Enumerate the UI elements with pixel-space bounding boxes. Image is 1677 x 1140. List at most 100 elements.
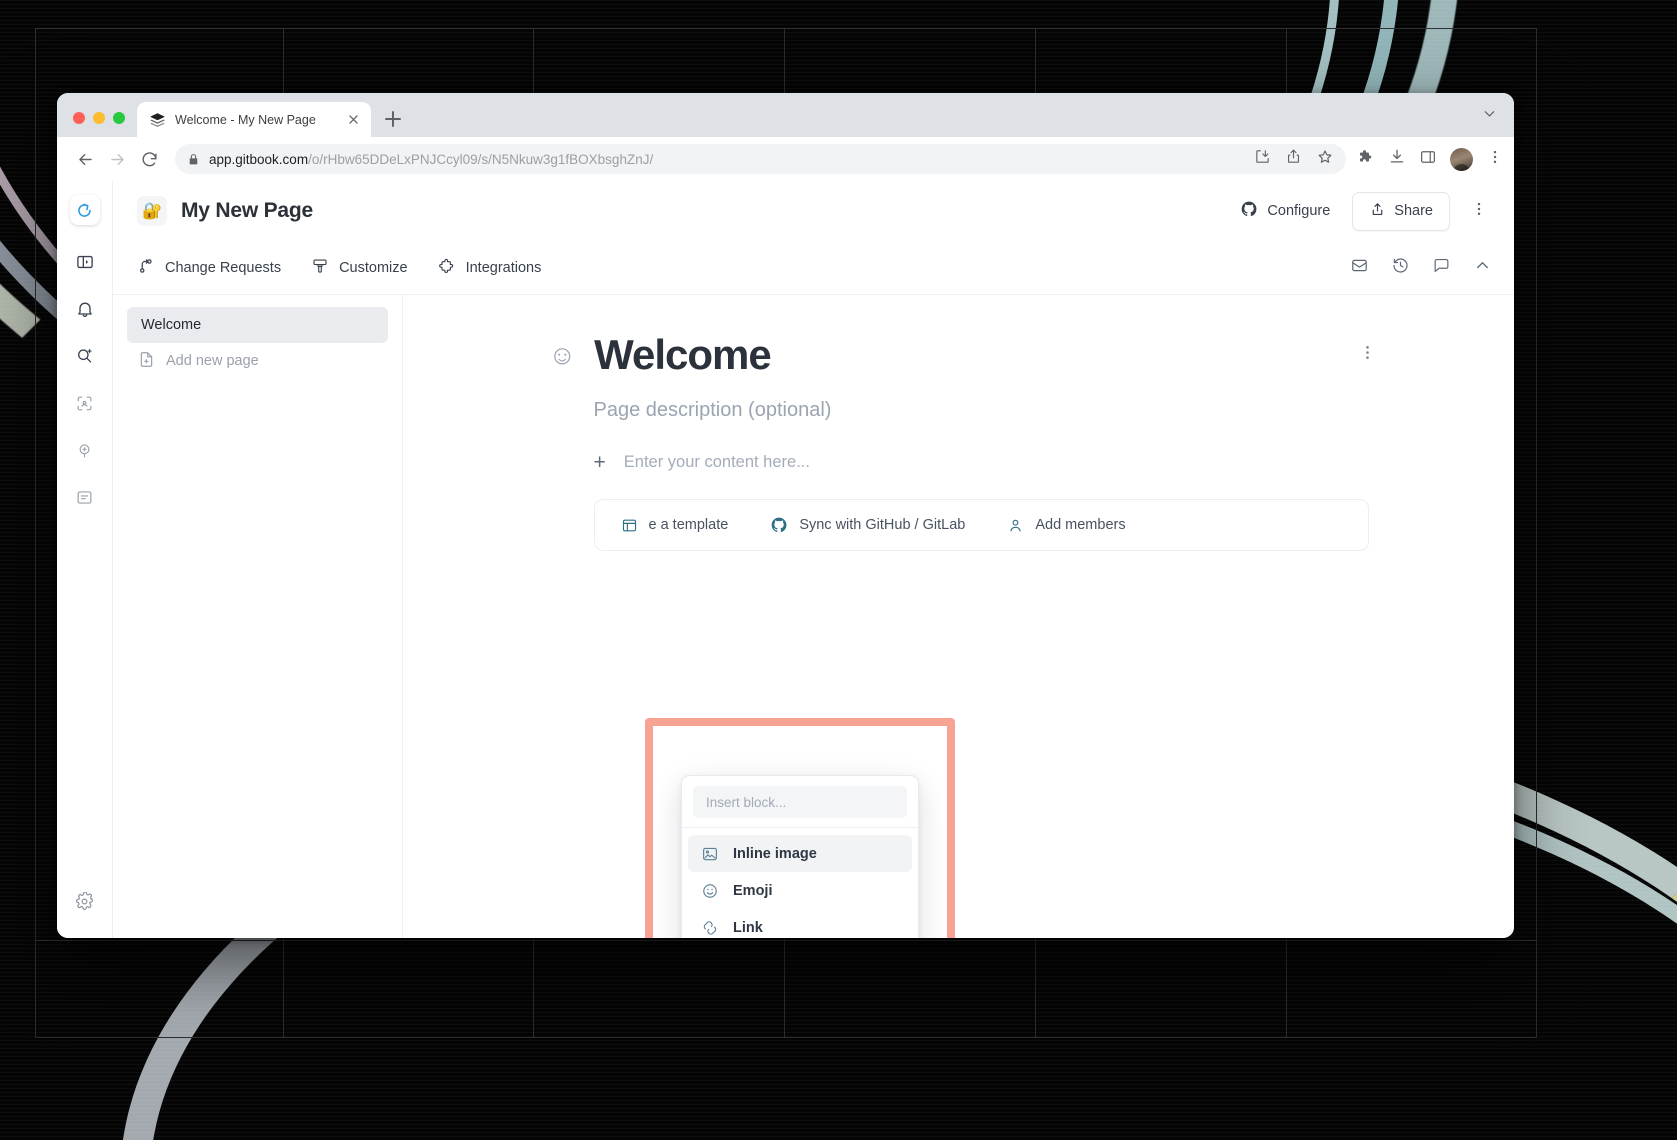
insert-block-item-emoji[interactable]: Emoji	[688, 872, 912, 909]
insert-block-label: Link	[733, 919, 763, 936]
bell-icon[interactable]	[68, 292, 102, 326]
browser-toolbar: app.gitbook.com/o/rHbw65DDeLxPNJCcyl09/s…	[57, 137, 1514, 181]
quick-action-label: Add members	[1035, 517, 1126, 533]
sidebar-toggle-icon[interactable]	[68, 245, 102, 279]
profile-avatar[interactable]	[1450, 147, 1473, 171]
insert-block-item-inline-image[interactable]: Inline image	[688, 835, 912, 872]
icon-rail	[57, 181, 113, 938]
settings-gear-icon[interactable]	[75, 891, 94, 916]
gitbook-app: 🔐 My New Page Configure Share Change Req…	[57, 181, 1514, 938]
more-options-icon[interactable]	[1466, 196, 1492, 227]
close-window-button[interactable]	[73, 112, 85, 124]
address-bar[interactable]: app.gitbook.com/o/rHbw65DDeLxPNJCcyl09/s…	[175, 144, 1346, 174]
insert-block-label: Emoji	[733, 882, 773, 899]
address-bar-url: app.gitbook.com/o/rHbw65DDeLxPNJCcyl09/s…	[209, 152, 653, 167]
document-title[interactable]: Welcome	[594, 331, 772, 379]
github-icon	[1240, 200, 1258, 222]
smiley-icon	[700, 882, 719, 900]
document-description-placeholder[interactable]: Page description (optional)	[549, 399, 1369, 422]
scan-frame-icon[interactable]	[68, 386, 102, 420]
reload-icon[interactable]	[135, 145, 164, 174]
share-button[interactable]: Share	[1352, 191, 1450, 231]
new-tab-button[interactable]	[379, 105, 407, 133]
quick-action-use-template[interactable]: e a template	[621, 517, 729, 534]
subnav-label: Customize	[339, 259, 408, 276]
link-icon	[700, 919, 719, 937]
quick-actions-row: e a template Sync with GitHub / GitLab A…	[593, 499, 1369, 551]
comment-icon[interactable]	[1432, 256, 1451, 280]
lock-icon	[187, 153, 200, 166]
app-main: 🔐 My New Page Configure Share Change Req…	[113, 181, 1514, 938]
gitbook-stack-icon	[149, 111, 166, 128]
app-subnav: Change Requests Customize Integrations	[113, 241, 1514, 295]
page-tree: Welcome Add new page	[113, 295, 403, 938]
tree-item-label: Welcome	[141, 317, 202, 333]
minimize-window-button[interactable]	[93, 112, 105, 124]
wallpaper-grid-line	[35, 940, 1536, 941]
downloads-icon[interactable]	[1388, 148, 1406, 171]
chevron-up-icon[interactable]	[1473, 256, 1492, 280]
branch-icon	[137, 257, 155, 279]
share-upload-icon	[1369, 201, 1386, 222]
share-icon[interactable]	[1285, 148, 1302, 170]
bookmark-star-icon[interactable]	[1316, 148, 1334, 171]
omnibox-actions	[1254, 148, 1334, 171]
inbox-icon[interactable]	[1350, 256, 1369, 280]
wallpaper-grid-line	[35, 28, 36, 1038]
history-icon[interactable]	[1391, 256, 1410, 280]
insert-block-placeholder: Insert block...	[706, 794, 787, 810]
window-traffic-lights[interactable]	[69, 112, 137, 137]
tree-item-welcome[interactable]: Welcome	[127, 307, 388, 343]
template-icon	[621, 517, 638, 534]
browser-tab-strip: Welcome - My New Page	[57, 93, 1514, 137]
subnav-actions	[1350, 256, 1492, 280]
browser-tab[interactable]: Welcome - My New Page	[137, 102, 371, 137]
wallpaper-grid-line	[35, 1037, 1536, 1038]
subnav-item-change-requests[interactable]: Change Requests	[137, 257, 281, 279]
github-icon	[770, 516, 788, 534]
chevron-down-icon[interactable]	[1481, 105, 1514, 137]
app-header: 🔐 My New Page Configure Share	[113, 181, 1514, 241]
tree-item-add-new-page[interactable]: Add new page	[127, 343, 388, 379]
lightbulb-pin-icon[interactable]	[68, 433, 102, 467]
paint-roller-icon	[311, 257, 329, 279]
quick-action-label: e a template	[648, 517, 729, 533]
forward-arrow-icon[interactable]	[103, 145, 132, 174]
subnav-label: Integrations	[465, 259, 542, 276]
subnav-item-customize[interactable]: Customize	[311, 257, 408, 279]
content-placeholder-row[interactable]: + Enter your content here...	[549, 452, 1369, 473]
new-page-icon	[137, 350, 156, 373]
share-label: Share	[1394, 203, 1433, 219]
document-editor: ☺ Welcome Page description (optional) + …	[403, 295, 1514, 938]
quick-action-add-members[interactable]: Add members	[1007, 517, 1126, 534]
search-sparkle-icon[interactable]	[68, 339, 102, 373]
url-domain: app.gitbook.com	[209, 151, 309, 167]
smiley-emoji-icon[interactable]: ☺	[549, 341, 577, 369]
maximize-window-button[interactable]	[113, 112, 125, 124]
configure-button[interactable]: Configure	[1234, 194, 1336, 228]
document-more-options-icon[interactable]	[1358, 343, 1377, 367]
lock-key-emoji-icon[interactable]: 🔐	[137, 196, 167, 226]
subnav-item-integrations[interactable]: Integrations	[438, 257, 542, 279]
app-body: Welcome Add new page ☺ Welcome Page desc…	[113, 295, 1514, 938]
add-block-icon[interactable]: +	[594, 452, 606, 473]
wallpaper-grid-line	[1536, 28, 1537, 1038]
gitbook-logo[interactable]	[69, 195, 100, 225]
quick-action-sync-github[interactable]: Sync with GitHub / GitLab	[770, 516, 965, 534]
document-icon[interactable]	[68, 480, 102, 514]
insert-block-group-inline: Inline image Emoji Link	[682, 828, 918, 938]
side-panel-icon[interactable]	[1419, 148, 1437, 171]
close-icon[interactable]	[345, 111, 362, 128]
configure-label: Configure	[1267, 203, 1331, 219]
insert-block-item-link[interactable]: Link	[688, 909, 912, 938]
chrome-menu-icon[interactable]	[1486, 148, 1504, 171]
install-app-icon[interactable]	[1254, 148, 1271, 170]
person-icon	[1007, 517, 1024, 534]
wallpaper-grid-line	[35, 28, 1536, 29]
image-icon	[700, 845, 719, 863]
back-arrow-icon[interactable]	[71, 145, 100, 174]
insert-block-search-input[interactable]: Insert block...	[693, 786, 907, 818]
extensions-puzzle-icon[interactable]	[1357, 148, 1375, 171]
url-path: /o/rHbw65DDeLxPNJCcyl09/s/N5Nkuw3g1fBOXb…	[308, 151, 654, 167]
browser-window: Welcome - My New Page app.gitbook.com/o/…	[57, 93, 1514, 938]
